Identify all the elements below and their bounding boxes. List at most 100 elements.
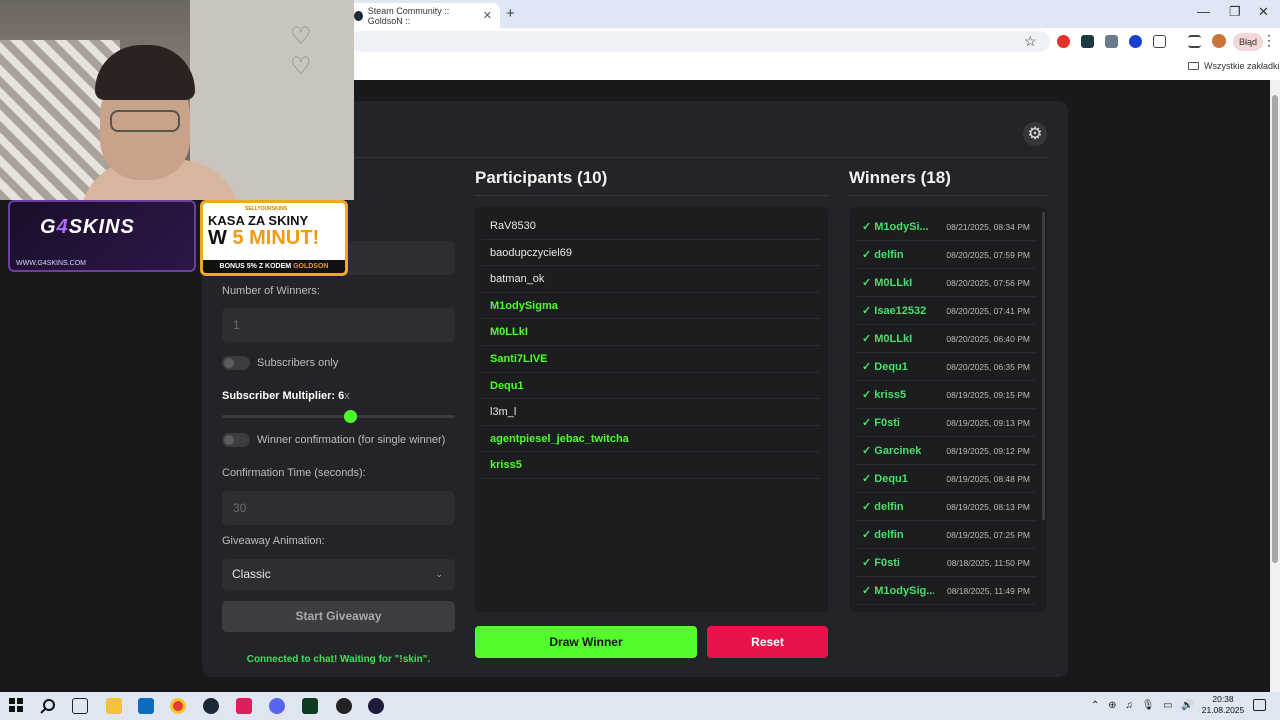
winner-name: ✓ M1odySig...: [862, 585, 934, 597]
winner-timestamp: 08/19/2025, 09:15 PM: [946, 389, 1030, 400]
multiplier-label: Subscriber Multiplier: 6x: [222, 390, 350, 402]
winner-row: ✓ Dequ1 08/20/2025, 06:35 PM: [856, 353, 1036, 381]
tab-close-icon[interactable]: ✕: [483, 9, 492, 22]
reading-list-icon[interactable]: [1188, 35, 1201, 48]
multiplier-text: Subscriber Multiplier: 6: [222, 390, 345, 402]
new-tab-button[interactable]: +: [506, 5, 515, 22]
winner-timestamp: 08/19/2025, 07:25 PM: [946, 529, 1030, 540]
chrome-icon[interactable]: [170, 698, 186, 714]
obs-icon[interactable]: [336, 698, 352, 714]
heart-decoration-icon: ♡: [290, 53, 312, 80]
discord-icon[interactable]: [269, 698, 285, 714]
winner-timestamp: 08/20/2025, 07:59 PM: [946, 249, 1030, 260]
animation-select[interactable]: Classic ⌄: [222, 559, 455, 590]
winner-timestamp: 08/21/2025, 08:34 PM: [946, 221, 1030, 232]
confirmation-time-input[interactable]: 30: [222, 491, 455, 525]
notifications-icon[interactable]: [1253, 699, 1266, 711]
maximize-button[interactable]: ❐: [1229, 4, 1241, 20]
winner-row: ✓ Isae12532 08/20/2025, 07:41 PM: [856, 297, 1036, 325]
multiplier-suffix: x: [344, 390, 350, 402]
chat-status: Connected to chat! Waiting for "!skin".: [246, 654, 431, 665]
winner-timestamp: 08/20/2025, 06:40 PM: [946, 333, 1030, 344]
confirmation-time-label: Confirmation Time (seconds):: [222, 467, 366, 479]
shield-extension-icon[interactable]: [1129, 35, 1142, 48]
steam-icon[interactable]: [203, 698, 219, 714]
extension-icon[interactable]: [1105, 35, 1118, 48]
adblock-extension-icon[interactable]: [1057, 35, 1070, 48]
winners-count-input[interactable]: 1: [222, 308, 455, 342]
app-icon[interactable]: [302, 698, 318, 714]
participant-row: baodupczyciel69: [481, 240, 821, 267]
slack-icon[interactable]: [236, 698, 252, 714]
reset-button[interactable]: Reset: [707, 626, 828, 658]
banner-highlight: 5 MINUT!: [232, 227, 320, 249]
winners-divider: [849, 195, 1048, 196]
browser-tab[interactable]: Steam Community :: GoldsoN :: ✕: [350, 3, 500, 28]
profile-error-badge[interactable]: Błąd: [1233, 33, 1264, 51]
heart-decoration-icon: ♡: [290, 23, 312, 50]
logo-part: SKINS: [68, 216, 135, 238]
address-bar[interactable]: [350, 31, 1050, 52]
extensions-puzzle-icon[interactable]: [1153, 35, 1166, 48]
header-divider: [354, 157, 1048, 158]
animation-value: Classic: [232, 567, 271, 581]
settings-gear-icon[interactable]: ⚙: [1023, 122, 1047, 146]
folder-icon: [1188, 62, 1199, 70]
file-explorer-icon[interactable]: [106, 698, 122, 714]
all-bookmarks-button[interactable]: Wszystkie zakładki: [1188, 61, 1280, 71]
winner-timestamp: 08/18/2025, 11:49 PM: [946, 585, 1030, 596]
participant-row: kriss5: [481, 452, 821, 479]
winner-confirmation-toggle[interactable]: [222, 433, 250, 447]
winner-name: ✓ delfin: [862, 529, 904, 541]
draw-winner-button[interactable]: Draw Winner: [475, 626, 697, 658]
winner-row: ✓ delfin 08/19/2025, 07:25 PM: [856, 521, 1036, 549]
winner-name: ✓ Dequ1: [862, 473, 908, 485]
winner-row: ✓ kriss5 08/19/2025, 09:15 PM: [856, 381, 1036, 409]
bookmark-star-icon[interactable]: ☆: [1024, 33, 1037, 50]
g4skins-banner: G4SKINS WWW.G4SKINS.COM: [8, 200, 196, 272]
minimize-button[interactable]: —: [1197, 4, 1210, 19]
winner-name: ✓ delfin: [862, 501, 904, 513]
g4skins-url: WWW.G4SKINS.COM: [16, 260, 86, 267]
tab-title: Steam Community :: GoldsoN ::: [367, 5, 450, 26]
participant-row: M0LLkI: [481, 319, 821, 346]
profile-avatar[interactable]: [1212, 34, 1226, 48]
winner-name: ✓ delfin: [862, 249, 904, 261]
winner-row: ✓ Garcinek 08/19/2025, 09:12 PM: [856, 437, 1036, 465]
winner-row: ✓ F0sti 08/19/2025, 09:13 PM: [856, 409, 1036, 437]
winners-title: Winners (18): [849, 168, 951, 187]
logo-part: G: [40, 216, 57, 238]
multiplier-slider-thumb[interactable]: [344, 410, 357, 423]
start-giveaway-button[interactable]: Start Giveaway: [222, 601, 455, 632]
winner-timestamp: 08/20/2025, 07:41 PM: [946, 305, 1030, 316]
winner-name: ✓ kriss5: [862, 389, 907, 401]
windows-taskbar: [0, 692, 1280, 720]
participant-row: M1odySigma: [481, 293, 821, 320]
windows-start-icon[interactable]: [9, 698, 25, 714]
close-window-button[interactable]: ✕: [1258, 4, 1269, 20]
taskbar-clock[interactable]: 20:38 21.08.2025: [1198, 694, 1248, 716]
outlook-icon[interactable]: [138, 698, 154, 714]
extension-icon[interactable]: [1081, 35, 1094, 48]
task-view-icon[interactable]: [72, 698, 88, 714]
steam-icon: [354, 10, 363, 21]
participant-row: batman_ok: [481, 266, 821, 293]
winner-name: ✓ M0LLkI: [862, 333, 913, 345]
clock-date: 21.08.2025: [1201, 705, 1245, 715]
multiplier-slider-track[interactable]: [222, 415, 455, 418]
winner-row: ✓ M0LLkI 08/20/2025, 07:56 PM: [856, 269, 1036, 297]
participant-row: Santi7LIVE: [481, 346, 821, 373]
app-icon[interactable]: [368, 698, 384, 714]
winners-scrollbar[interactable]: [1042, 212, 1045, 520]
winner-row: ✓ Dequ1 08/19/2025, 08:48 PM: [856, 465, 1036, 493]
browser-menu-icon[interactable]: ⋮: [1262, 32, 1276, 49]
winner-timestamp: 08/19/2025, 08:48 PM: [946, 473, 1030, 484]
system-tray[interactable]: ⌃ ⊕ ♫ 🎙 ▭ 🔊: [1091, 700, 1197, 711]
subscribers-only-toggle[interactable]: [222, 356, 250, 370]
webcam-person-glasses: [110, 110, 180, 132]
participant-row: Dequ1: [481, 373, 821, 400]
search-icon[interactable]: [40, 698, 56, 714]
page-scrollbar-thumb[interactable]: [1272, 95, 1278, 563]
winner-row: ✓ M1odySi... 08/21/2025, 08:34 PM: [856, 213, 1036, 241]
webcam-overlay: ♡ ♡: [0, 0, 354, 200]
